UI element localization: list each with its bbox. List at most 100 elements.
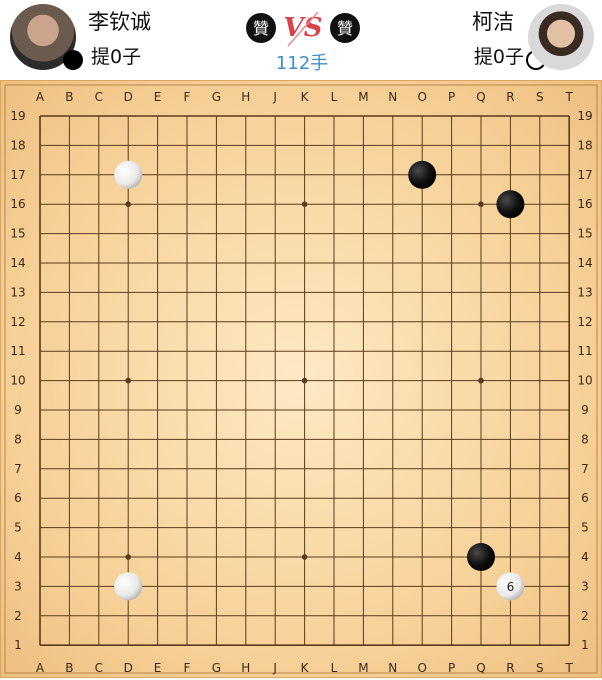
row-label-right: 17 [577, 168, 592, 182]
column-label-bottom: A [36, 661, 45, 675]
black-stone[interactable] [408, 160, 437, 189]
row-label-left: 14 [10, 256, 25, 270]
row-label-left: 16 [10, 197, 25, 211]
star-point [478, 201, 484, 207]
go-game-viewer: { "players": { "black": { "name": "李钦诚",… [0, 0, 602, 680]
row-label-left: 15 [10, 227, 25, 241]
column-label-bottom: G [212, 661, 221, 675]
column-label-top: Q [476, 90, 485, 104]
black-stone[interactable] [496, 190, 525, 219]
column-label-top: B [65, 90, 73, 104]
column-label-top: A [36, 90, 45, 104]
column-label-top: G [212, 90, 221, 104]
game-header: 李钦诚 提0子 贊 VS 贊 112手 柯洁 提0子 [0, 0, 602, 80]
column-label-bottom: N [388, 661, 397, 675]
white-player-name: 柯洁 [472, 10, 514, 34]
svg-text:贊: 贊 [337, 19, 353, 38]
stone-move-label: 6 [507, 580, 515, 594]
row-label-left: 9 [14, 403, 22, 417]
row-label-right: 12 [577, 315, 592, 329]
row-label-left: 5 [14, 521, 22, 535]
row-label-left: 7 [14, 462, 22, 476]
column-label-bottom: B [65, 661, 73, 675]
white-stone[interactable] [114, 572, 143, 601]
column-label-bottom: E [154, 661, 162, 675]
row-label-left: 3 [14, 579, 22, 593]
column-label-top: H [241, 90, 250, 104]
svg-text:贊: 贊 [253, 19, 269, 38]
column-label-bottom: P [448, 661, 455, 675]
column-label-bottom: R [506, 661, 514, 675]
column-label-bottom: F [184, 661, 191, 675]
versus-icon: VS [284, 11, 322, 47]
column-label-bottom: Q [476, 661, 485, 675]
row-label-right: 3 [581, 579, 589, 593]
row-label-left: 18 [10, 138, 25, 152]
column-label-top: J [272, 90, 277, 104]
row-label-right: 6 [581, 491, 589, 505]
white-player-avatar[interactable] [528, 4, 594, 70]
black-stone[interactable] [467, 543, 495, 571]
row-label-left: 6 [14, 491, 22, 505]
column-label-top: L [331, 90, 338, 104]
column-label-top: P [448, 90, 455, 104]
column-label-top: E [154, 90, 162, 104]
go-board[interactable]: A A B B C C D D E E F F G G H H J J K K L L M M N N O O P P Q Q R R S S T T 19… [0, 80, 602, 678]
column-label-top: K [301, 90, 310, 104]
column-label-bottom: O [417, 661, 426, 675]
column-label-bottom: L [331, 661, 338, 675]
move-count: 112手 [275, 53, 329, 74]
column-label-top: T [565, 90, 574, 104]
star-point [125, 554, 131, 560]
row-label-right: 19 [577, 109, 592, 123]
brand-logo-icon: 贊 [330, 13, 360, 43]
row-label-left: 1 [14, 638, 22, 652]
row-label-left: 11 [10, 344, 25, 358]
star-point [125, 377, 131, 384]
column-label-bottom: J [272, 661, 277, 675]
column-label-top: R [506, 90, 514, 104]
row-label-right: 13 [577, 285, 592, 299]
row-label-left: 10 [10, 374, 25, 388]
black-stone-indicator-icon [63, 50, 83, 70]
row-label-right: 4 [581, 550, 589, 564]
row-label-right: 14 [577, 256, 592, 270]
black-player-name: 李钦诚 [88, 10, 151, 34]
column-label-bottom: D [124, 661, 133, 675]
row-label-left: 19 [10, 109, 25, 123]
row-label-right: 10 [577, 374, 592, 388]
column-label-bottom: T [565, 661, 574, 675]
row-label-right: 2 [581, 609, 589, 623]
star-point [301, 554, 308, 560]
column-label-bottom: M [358, 661, 368, 675]
star-point [478, 377, 484, 384]
brand-logo-icon: 贊 [246, 13, 276, 43]
star-point [301, 201, 308, 207]
column-label-top: M [358, 90, 368, 104]
column-label-top: O [417, 90, 426, 104]
row-label-right: 18 [577, 138, 592, 152]
row-label-right: 16 [577, 197, 592, 211]
column-label-bottom: S [536, 661, 544, 675]
board-grid[interactable]: AABBCCDDEEFFGGHHJJKKLLMMNNOOPPQQRRSSTT19… [1, 81, 601, 677]
row-label-right: 8 [581, 432, 589, 446]
star-point [125, 201, 131, 207]
row-label-right: 5 [581, 521, 589, 535]
row-label-left: 12 [10, 315, 25, 329]
row-label-left: 13 [10, 285, 25, 299]
column-label-top: N [388, 90, 397, 104]
white-stone[interactable] [114, 160, 143, 189]
column-label-bottom: H [241, 661, 250, 675]
row-label-right: 11 [577, 344, 592, 358]
column-label-top: S [536, 90, 544, 104]
column-label-bottom: K [301, 661, 310, 675]
column-label-bottom: C [95, 661, 103, 675]
column-label-top: D [124, 90, 133, 104]
row-label-left: 4 [14, 550, 22, 564]
black-captures: 提0子 [91, 46, 142, 68]
row-label-right: 1 [581, 638, 589, 652]
row-label-right: 9 [581, 403, 589, 417]
star-point [301, 377, 308, 384]
row-label-right: 15 [577, 227, 592, 241]
row-label-left: 8 [14, 432, 22, 446]
